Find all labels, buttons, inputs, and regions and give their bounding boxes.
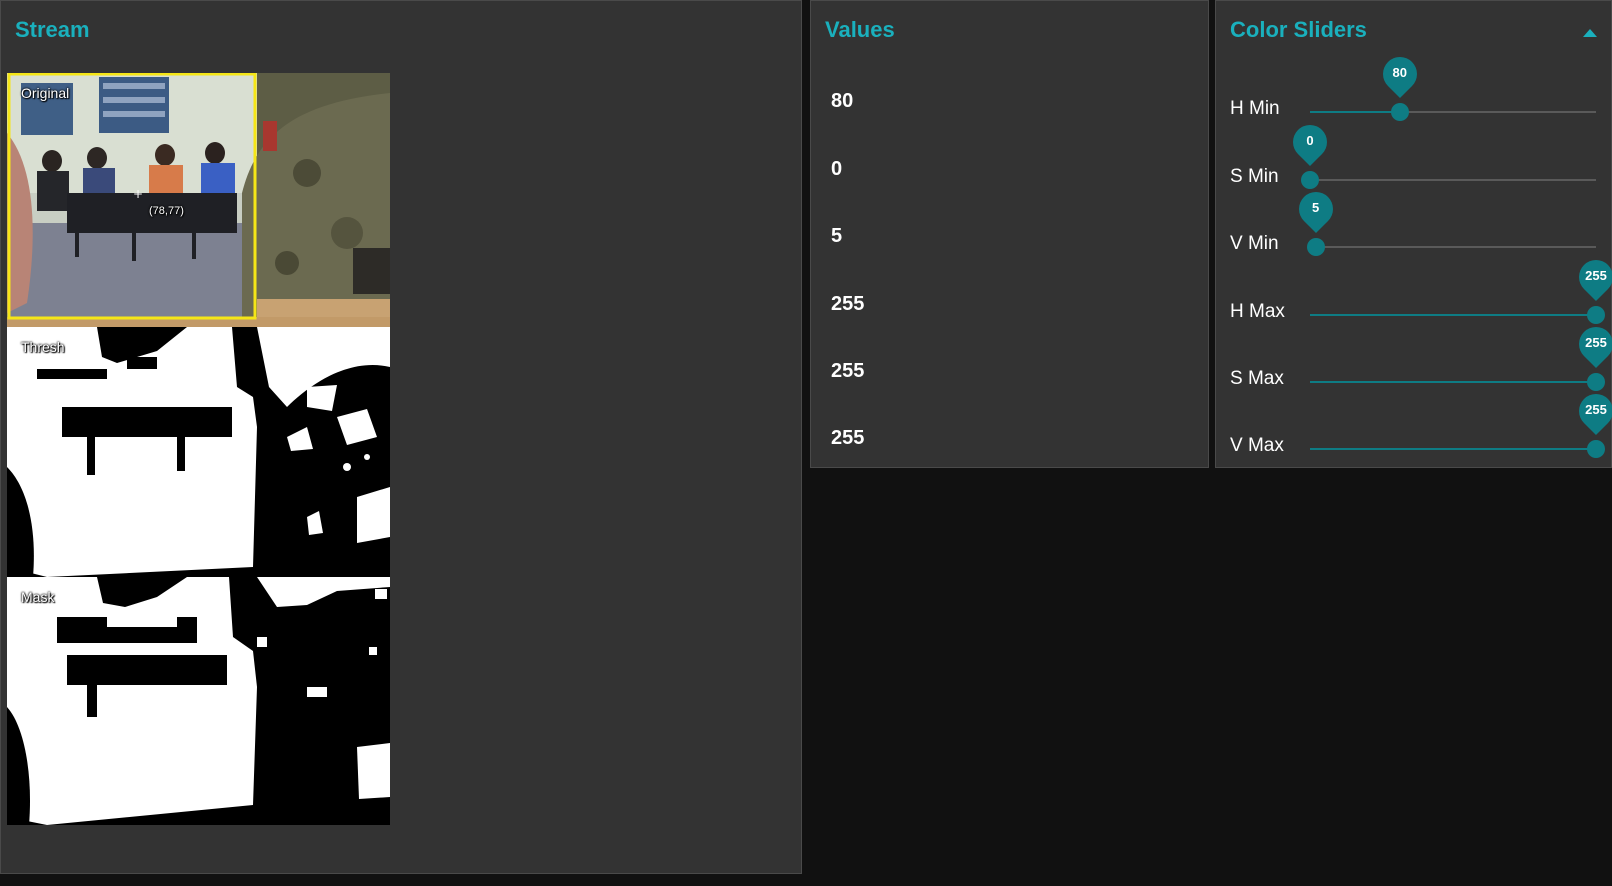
value-v-min: 5: [831, 225, 843, 247]
value-bubble-text: 255: [1585, 335, 1607, 350]
color-sliders-panel: Color Sliders H Min 80 S Min 0 V Min 5 H…: [1215, 0, 1612, 468]
slider-track[interactable]: 5: [1291, 184, 1596, 256]
value-h-max: 255: [831, 293, 865, 315]
slider-label: V Max: [1230, 435, 1284, 456]
slider-track[interactable]: 255: [1310, 252, 1612, 324]
slider-h-max[interactable]: H Max 255: [1216, 252, 1612, 333]
slider-label: V Min: [1230, 233, 1279, 254]
slider-thumb[interactable]: [1587, 306, 1605, 324]
svg-text:+: +: [133, 187, 143, 201]
color-sliders-title: Color Sliders: [1230, 17, 1367, 42]
slider-track[interactable]: 255: [1310, 386, 1612, 458]
coordinate-readout: (78,77): [149, 205, 184, 217]
slider-s-max[interactable]: S Max 255: [1216, 319, 1612, 400]
value-bubble-text: 0: [1306, 133, 1314, 148]
stream-panel: Stream + Original (78,77) Thresh Mask: [0, 0, 802, 874]
slider-h-min[interactable]: H Min 80: [1216, 49, 1612, 130]
slider-thumb[interactable]: [1587, 373, 1605, 391]
thresh-image-content: [7, 327, 390, 577]
value-bubble-text: 255: [1585, 402, 1607, 417]
slider-v-min[interactable]: V Min 5: [1216, 184, 1612, 265]
original-image: + Original (78,77): [7, 73, 390, 327]
stream-title: Stream: [15, 17, 90, 42]
values-panel: Values 80 0 5 255 255 255: [810, 0, 1209, 468]
slider-fill: [1310, 314, 1596, 316]
slider-s-min[interactable]: S Min 0: [1216, 117, 1612, 198]
thresh-label: Thresh: [21, 339, 65, 355]
slider-thumb[interactable]: [1301, 171, 1319, 189]
value-h-min: 80: [831, 90, 854, 112]
slider-thumb[interactable]: [1306, 238, 1325, 256]
mask-image: Mask: [7, 577, 390, 825]
mask-image-content: [7, 577, 390, 825]
value-bubble-text: 80: [1392, 65, 1407, 80]
slider-label: H Min: [1230, 98, 1280, 119]
chevron-up-icon[interactable]: [1583, 29, 1597, 37]
original-label: Original: [21, 85, 70, 101]
original-image-content: +: [7, 73, 390, 327]
slider-label: S Min: [1230, 166, 1279, 187]
value-s-max: 255: [831, 360, 865, 382]
value-v-max: 255: [831, 427, 865, 449]
thresh-image: Thresh: [7, 327, 390, 577]
slider-fill: [1310, 381, 1596, 383]
slider-track[interactable]: 0: [1285, 117, 1596, 189]
slider-thumb[interactable]: [1390, 103, 1409, 121]
slider-fill: [1310, 111, 1400, 113]
value-s-min: 0: [831, 158, 843, 180]
values-title: Values: [825, 17, 895, 42]
value-bubble-text: 255: [1585, 268, 1607, 283]
slider-label: S Max: [1230, 368, 1284, 389]
mask-label: Mask: [21, 589, 55, 605]
slider-track[interactable]: 255: [1310, 319, 1612, 391]
slider-label: H Max: [1230, 301, 1285, 322]
slider-v-max[interactable]: V Max 255: [1216, 386, 1612, 467]
value-bubble-text: 5: [1311, 200, 1320, 215]
slider-fill: [1310, 448, 1596, 450]
slider-track[interactable]: 80: [1310, 49, 1596, 121]
slider-thumb[interactable]: [1587, 440, 1605, 458]
